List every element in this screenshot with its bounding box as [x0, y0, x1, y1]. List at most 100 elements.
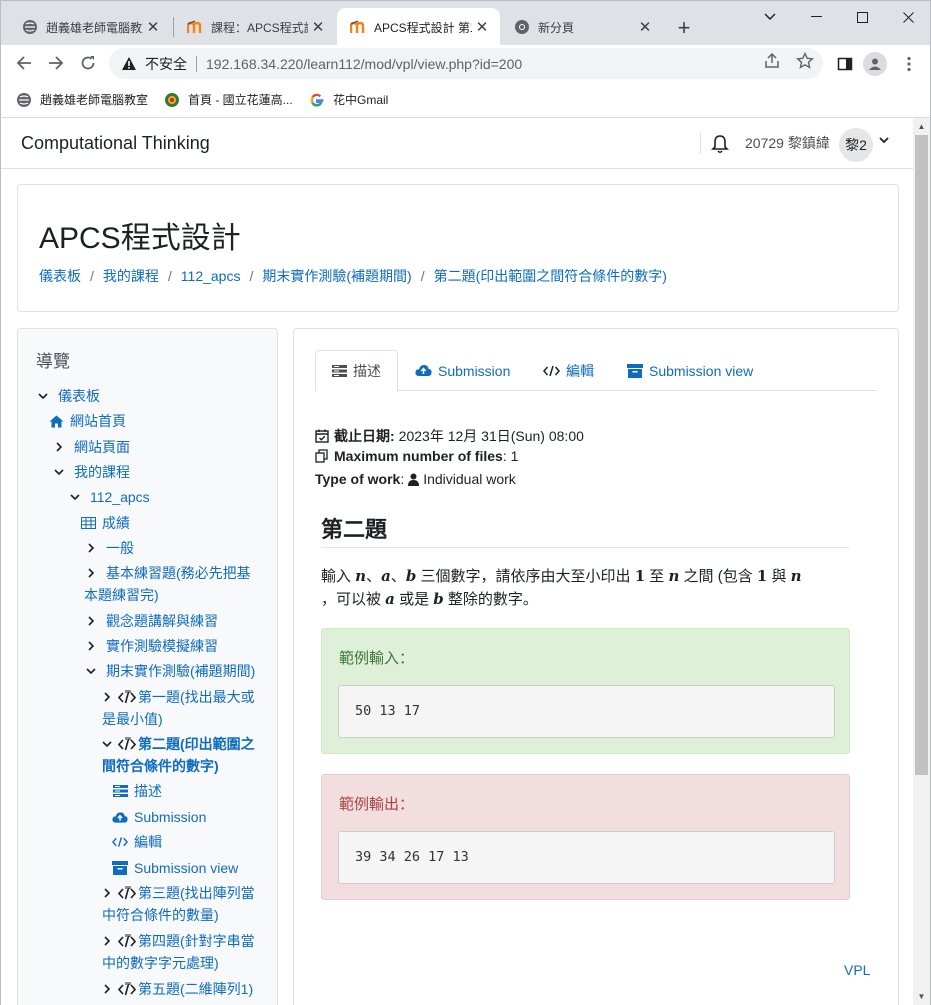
nav-item-course[interactable]: 112_apcs — [68, 486, 150, 508]
share-icon[interactable] — [763, 52, 781, 70]
chevron-down-icon[interactable] — [879, 136, 889, 147]
nav-item-activity[interactable]: 第三題(找出陣列當中符合條件的數量) — [102, 882, 267, 926]
chevron-down-icon[interactable] — [68, 486, 82, 508]
tab-description[interactable]: 描述 — [315, 350, 398, 392]
nav-item-label[interactable]: 一般 — [106, 537, 134, 559]
question-divider — [321, 547, 849, 548]
nav-item-activity[interactable]: 第五題(二維陣列1) — [102, 978, 267, 1000]
nav-item-site-pages[interactable]: 網站頁面 — [52, 436, 130, 458]
nav-item-my-courses[interactable]: 我的課程 — [52, 461, 130, 483]
nav-item-section[interactable]: 觀念題講解與練習 — [84, 610, 218, 632]
vpl-footer-link[interactable]: VPL — [844, 962, 870, 978]
warning-triangle-icon[interactable] — [121, 56, 137, 72]
chevron-down-icon[interactable] — [84, 660, 98, 682]
scroll-down-arrow-icon[interactable]: ▼ — [913, 988, 930, 1005]
tab-submission-view[interactable]: Submission view — [611, 350, 769, 391]
close-tab-icon[interactable]: ✕ — [143, 17, 163, 37]
nav-item-section-expanded[interactable]: 期末實作測驗(補題期間) — [84, 660, 255, 682]
nav-item-grades[interactable]: 成績 — [80, 512, 130, 534]
nav-item-submission[interactable]: Submission — [112, 806, 206, 828]
nav-item-label[interactable]: 觀念題講解與練習 — [106, 610, 218, 632]
nav-item-activity[interactable]: 第一題(找出最大或是最小值) — [102, 686, 267, 730]
site-brand[interactable]: Computational Thinking — [21, 133, 210, 154]
nav-item-description[interactable]: 描述 — [112, 780, 162, 802]
notification-bell-icon[interactable] — [711, 134, 731, 154]
due-date-value: 2023年 12月 31日(Sun) 08:00 — [398, 428, 584, 444]
browser-tab-2[interactable]: 課程：APCS程式設計 ✕ — [174, 8, 336, 46]
nav-item-label[interactable]: 網站頁面 — [74, 436, 130, 458]
chevron-down-icon[interactable] — [36, 385, 50, 407]
nav-item-section[interactable]: 一般 — [84, 537, 134, 559]
minimize-icon[interactable] — [793, 3, 839, 31]
tab-edit[interactable]: 編輯 — [527, 350, 610, 391]
nav-item-label[interactable]: 112_apcs — [90, 486, 150, 508]
breadcrumb-link[interactable]: 我的課程 — [103, 266, 159, 286]
work-type-value: Individual work — [423, 471, 516, 487]
close-tab-icon[interactable]: ✕ — [308, 17, 328, 37]
user-icon — [408, 472, 420, 486]
due-date-label: 截止日期: — [334, 428, 395, 444]
chevron-right-icon[interactable] — [84, 537, 98, 559]
security-label[interactable]: 不安全 — [145, 54, 187, 74]
address-bar[interactable]: 不安全 192.168.34.220/learn112/mod/vpl/view… — [109, 48, 823, 79]
bookmark-item[interactable]: 首頁 - 國立花蓮高... — [164, 91, 293, 108]
bookmark-item[interactable]: 趙義雄老師電腦教室 — [16, 91, 148, 108]
bookmark-item[interactable]: 花中Gmail — [309, 91, 388, 108]
scroll-up-arrow-icon[interactable]: ▲ — [913, 118, 930, 135]
side-panel-icon[interactable] — [835, 54, 855, 74]
new-tab-plus-icon[interactable]: + — [671, 15, 697, 41]
nav-item-section[interactable]: 實作測驗模擬練習 — [84, 635, 218, 657]
close-tab-icon[interactable]: ✕ — [635, 17, 655, 37]
nav-item-label[interactable]: 成績 — [102, 512, 130, 534]
nav-item-site-home[interactable]: 網站首頁 — [48, 410, 126, 432]
profile-avatar-icon[interactable] — [863, 52, 887, 76]
bookmark-star-icon[interactable] — [795, 51, 815, 70]
reload-icon[interactable] — [75, 50, 101, 76]
nav-item-label[interactable]: 我的課程 — [74, 461, 130, 483]
browser-menu-icon[interactable] — [899, 54, 919, 74]
url-text[interactable]: 192.168.34.220/learn112/mod/vpl/view.php… — [206, 56, 522, 72]
breadcrumb-link[interactable]: 第二題(印出範圍之間符合條件的數字) — [434, 266, 667, 286]
work-type-colon: : — [400, 471, 405, 487]
nav-item-label[interactable]: 網站首頁 — [70, 410, 126, 432]
page-scrollbar[interactable]: ▲ ▼ — [913, 118, 930, 1005]
nav-item-label[interactable]: 實作測驗模擬練習 — [106, 635, 218, 657]
nav-item-label[interactable]: 儀表板 — [58, 385, 100, 407]
chevron-right-icon[interactable] — [84, 635, 98, 657]
breadcrumb-link[interactable]: 112_apcs — [181, 268, 241, 284]
back-arrow-icon[interactable] — [11, 50, 37, 76]
browser-tab-3-active[interactable]: APCS程式設計 第二題(印出範圍之間符合條件的數字) ✕ — [337, 8, 500, 46]
browser-tab-title: 課程：APCS程式設計 — [211, 20, 308, 35]
nav-item-activity[interactable]: 第四題(針對字串當中的數字字元處理) — [102, 930, 267, 974]
nav-item-edit[interactable]: 編輯 — [112, 831, 162, 853]
scrollbar-thumb[interactable] — [915, 135, 928, 775]
browser-tab-4[interactable]: 新分頁 ✕ — [501, 8, 663, 46]
tab-submission[interactable]: Submission — [399, 350, 526, 391]
breadcrumb-link[interactable]: 儀表板 — [39, 266, 81, 286]
user-name[interactable]: 20729 黎鎮緯 — [745, 133, 830, 153]
chevron-right-icon[interactable] — [52, 436, 66, 458]
nav-item-label[interactable]: Submission — [134, 806, 206, 828]
nav-item-submission-view[interactable]: Submission view — [112, 857, 238, 879]
close-tab-icon[interactable]: ✕ — [472, 17, 492, 37]
nav-item-dashboard[interactable]: 儀表板 — [36, 385, 100, 407]
tab-label: 編輯 — [566, 362, 594, 379]
chevron-right-icon[interactable] — [84, 610, 98, 632]
browser-tab-1[interactable]: 趙義雄老師電腦教室 ✕ — [9, 8, 171, 46]
nav-item-label[interactable]: Submission view — [134, 857, 238, 879]
nav-item-label[interactable]: 描述 — [134, 780, 162, 802]
window-close-icon[interactable] — [885, 3, 931, 31]
user-avatar[interactable]: 黎2 — [839, 128, 873, 162]
browser-tabstrip: 趙義雄老師電腦教室 ✕ 課程：APCS程式設計 ✕ APCS程式設計 第二題(印… — [0, 0, 931, 46]
forward-arrow-icon[interactable] — [43, 50, 69, 76]
maximize-icon[interactable] — [839, 3, 885, 31]
nav-item-label[interactable]: 期末實作測驗(補題期間) — [106, 660, 255, 682]
browser-tab-title: 新分頁 — [538, 20, 575, 35]
nav-item-activity-current[interactable]: 第二題(印出範圍之間符合條件的數字) — [102, 733, 267, 777]
tab-search-chevron-icon[interactable] — [747, 3, 793, 31]
nav-item-label[interactable]: 編輯 — [134, 831, 162, 853]
nav-item-label-wrapped[interactable]: 基本練習題(務必先把基本題練習完) — [84, 562, 264, 606]
max-files-row: Maximum number of files : 1 — [315, 448, 518, 464]
chevron-down-icon[interactable] — [52, 461, 66, 483]
breadcrumb-link[interactable]: 期末實作測驗(補題期間) — [262, 266, 411, 286]
